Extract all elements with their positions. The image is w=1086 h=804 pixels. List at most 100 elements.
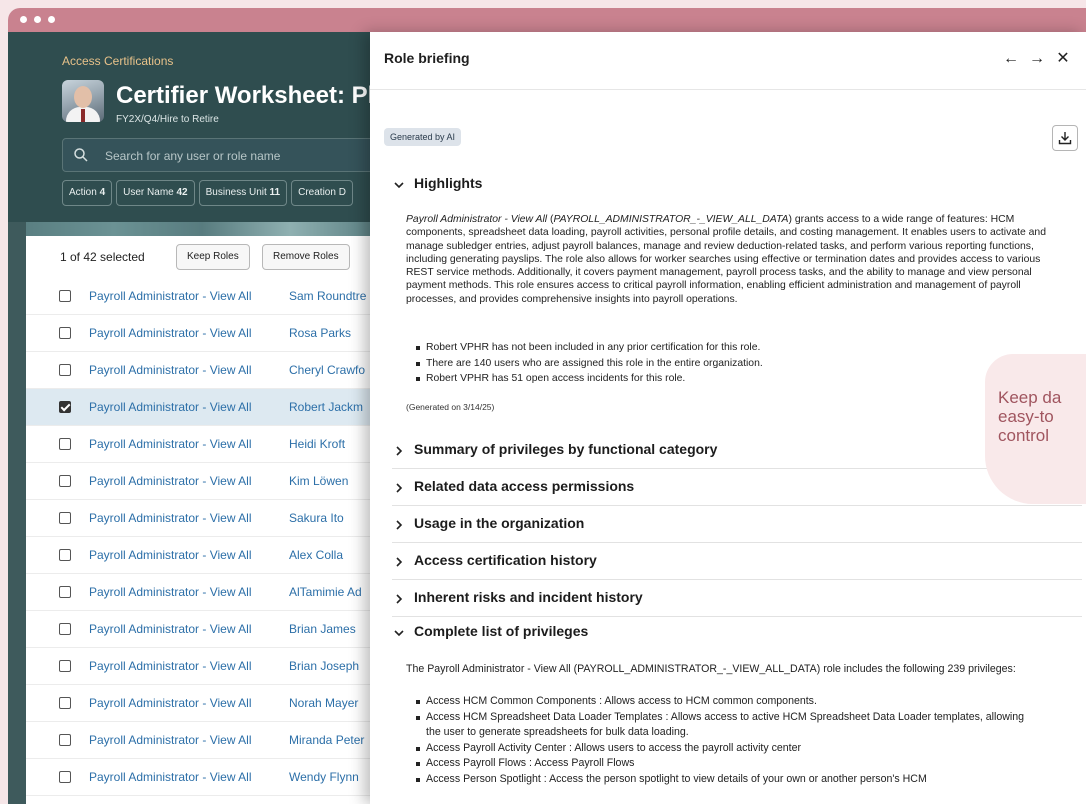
- row-checkbox[interactable]: [59, 327, 71, 339]
- table-row[interactable]: Payroll Administrator - View All Robert J…: [26, 389, 378, 426]
- section-header[interactable]: Access certification history: [392, 543, 1082, 579]
- row-checkbox[interactable]: [59, 660, 71, 672]
- user-link[interactable]: Robert Jackm: [289, 400, 379, 414]
- table-row[interactable]: Payroll Administrator - View All AlTamimi…: [26, 574, 378, 611]
- section-header[interactable]: Related data access permissions: [392, 469, 1082, 505]
- worksheet-header: Access Certifications Certifier Workshee…: [8, 32, 396, 222]
- user-link[interactable]: Cheryl Crawfo: [289, 363, 379, 377]
- table-row[interactable]: Payroll Administrator - View All Cheryl C…: [26, 352, 378, 389]
- table-row[interactable]: Payroll Administrator - View All Sam Roun…: [26, 278, 378, 315]
- user-link[interactable]: Alex Colla: [289, 548, 379, 562]
- highlights-header[interactable]: Highlights: [392, 166, 1082, 202]
- user-link[interactable]: Sam Roundtre: [289, 289, 379, 303]
- role-link[interactable]: Payroll Administrator - View All: [89, 770, 252, 784]
- row-checkbox[interactable]: [59, 475, 71, 487]
- privilege-item: Access Payroll Flows : Access Payroll Fl…: [416, 756, 1026, 772]
- table-row[interactable]: Payroll Administrator - View All Heidi Kr…: [26, 426, 378, 463]
- collapsed-section: Inherent risks and incident history: [392, 580, 1082, 617]
- window-titlebar: [8, 8, 1086, 32]
- section-title: Usage in the organization: [414, 515, 585, 531]
- section-header[interactable]: Inherent risks and incident history: [392, 580, 1082, 616]
- filter-chip[interactable]: Creation D: [291, 180, 353, 206]
- role-link[interactable]: Payroll Administrator - View All: [89, 659, 252, 673]
- section-title: Related data access permissions: [414, 478, 635, 494]
- row-checkbox[interactable]: [59, 586, 71, 598]
- table-row[interactable]: Payroll Administrator - View All Miranda …: [26, 722, 378, 759]
- promo-text: Keep da easy-to control: [998, 388, 1062, 445]
- row-checkbox[interactable]: [59, 364, 71, 376]
- user-link[interactable]: Rosa Parks: [289, 326, 379, 340]
- next-arrow-icon[interactable]: →: [1026, 48, 1048, 70]
- user-link[interactable]: Norah Mayer: [289, 696, 379, 710]
- role-link[interactable]: Payroll Administrator - View All: [89, 289, 252, 303]
- page-subtitle: FY2X/Q4/Hire to Retire: [116, 114, 219, 125]
- filter-chip-label: Action: [69, 187, 97, 198]
- table-row[interactable]: Payroll Administrator - View AllSabrina …: [26, 796, 378, 804]
- filter-chip-label: Creation D: [298, 187, 346, 198]
- section-title: Access certification history: [414, 552, 597, 568]
- table-row[interactable]: Payroll Administrator - View All Brian Ja…: [26, 611, 378, 648]
- table-rows: Payroll Administrator - View All Sam Roun…: [26, 278, 378, 804]
- table-row[interactable]: Payroll Administrator - View All Brian Jo…: [26, 648, 378, 685]
- table-row[interactable]: Payroll Administrator - View All Norah Ma…: [26, 685, 378, 722]
- filter-chip[interactable]: User Name 42: [116, 180, 195, 206]
- row-checkbox[interactable]: [59, 771, 71, 783]
- role-link[interactable]: Payroll Administrator - View All: [89, 622, 252, 636]
- row-checkbox[interactable]: [59, 734, 71, 746]
- privilege-item: Access Person Spotlight : Access the per…: [416, 772, 1026, 788]
- row-checkbox[interactable]: [59, 697, 71, 709]
- section-header[interactable]: Summary of privileges by functional cate…: [392, 432, 1082, 468]
- row-checkbox[interactable]: [59, 438, 71, 450]
- table-row[interactable]: Payroll Administrator - View All Rosa Par…: [26, 315, 378, 352]
- user-link[interactable]: AlTamimie Ad: [289, 585, 379, 599]
- remove-roles-button[interactable]: Remove Roles: [262, 244, 350, 270]
- section-header[interactable]: Usage in the organization: [392, 506, 1082, 542]
- filter-chip[interactable]: Business Unit 11: [198, 180, 288, 206]
- role-link[interactable]: Payroll Administrator - View All: [89, 548, 252, 562]
- table-row[interactable]: Payroll Administrator - View All Sakura I…: [26, 500, 378, 537]
- table-row[interactable]: Payroll Administrator - View All Wendy Fl…: [26, 759, 378, 796]
- search-input[interactable]: Search for any user or role name: [62, 138, 392, 172]
- window-minimize-dot[interactable]: [34, 16, 41, 23]
- user-link[interactable]: Kim Löwen: [289, 474, 379, 488]
- previous-arrow-icon[interactable]: ←: [1000, 48, 1022, 70]
- row-checkbox[interactable]: [59, 623, 71, 635]
- privileges-list: Access HCM Common Components : Allows ac…: [416, 694, 1026, 788]
- chevron-right-icon: [396, 594, 403, 604]
- window-zoom-dot[interactable]: [48, 16, 55, 23]
- highlight-bullet: Robert VPHR has not been included in any…: [416, 340, 1026, 356]
- decorative-banner: [26, 222, 378, 236]
- drawer-title: Role briefing: [384, 50, 470, 66]
- user-link[interactable]: Brian James: [289, 622, 379, 636]
- role-link[interactable]: Payroll Administrator - View All: [89, 326, 252, 340]
- row-checkbox[interactable]: [59, 512, 71, 524]
- table-row[interactable]: Payroll Administrator - View All Kim Löwe…: [26, 463, 378, 500]
- table-row[interactable]: Payroll Administrator - View All Alex Col…: [26, 537, 378, 574]
- role-link[interactable]: Payroll Administrator - View All: [89, 363, 252, 377]
- user-link[interactable]: Heidi Kroft: [289, 437, 379, 451]
- user-link[interactable]: Miranda Peter: [289, 733, 379, 747]
- role-link[interactable]: Payroll Administrator - View All: [89, 511, 252, 525]
- row-checkbox[interactable]: [59, 401, 71, 413]
- worksheet-table: 1 of 42 selected Keep Roles Remove Roles…: [26, 236, 378, 804]
- breadcrumb[interactable]: Access Certifications: [62, 54, 173, 68]
- role-link[interactable]: Payroll Administrator - View All: [89, 696, 252, 710]
- row-checkbox[interactable]: [59, 290, 71, 302]
- keep-roles-button[interactable]: Keep Roles: [176, 244, 250, 270]
- role-link[interactable]: Payroll Administrator - View All: [89, 474, 252, 488]
- role-link[interactable]: Payroll Administrator - View All: [89, 585, 252, 599]
- user-link[interactable]: Sakura Ito: [289, 511, 379, 525]
- role-link[interactable]: Payroll Administrator - View All: [89, 733, 252, 747]
- filter-chip[interactable]: Action 4: [62, 180, 113, 206]
- privileges-header[interactable]: Complete list of privileges: [392, 614, 1082, 650]
- filter-chip-count: 4: [99, 187, 106, 198]
- user-link[interactable]: Wendy Flynn: [289, 770, 379, 784]
- download-button[interactable]: [1052, 125, 1078, 151]
- role-link[interactable]: Payroll Administrator - View All: [89, 400, 252, 414]
- user-link[interactable]: Brian Joseph: [289, 659, 379, 673]
- row-checkbox[interactable]: [59, 549, 71, 561]
- window-close-dot[interactable]: [20, 16, 27, 23]
- close-icon[interactable]: ✕: [1052, 48, 1074, 70]
- highlights-bullets: Robert VPHR has not been included in any…: [416, 340, 1026, 387]
- role-link[interactable]: Payroll Administrator - View All: [89, 437, 252, 451]
